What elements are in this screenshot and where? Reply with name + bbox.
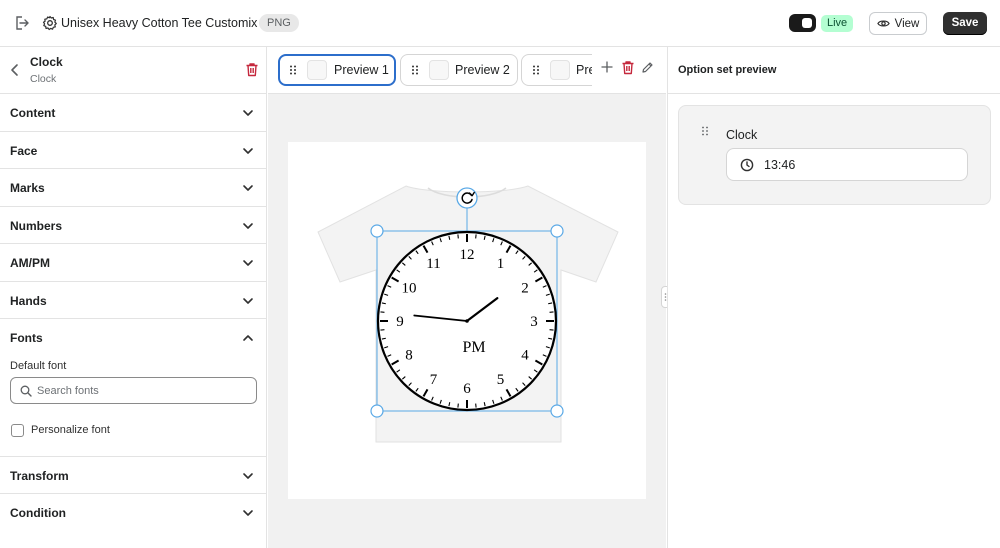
chevron-down-icon [243, 110, 253, 116]
view-button[interactable]: View [869, 12, 927, 35]
section-label: Marks [10, 181, 45, 195]
preview-tab-label: Preview 2 [455, 63, 510, 77]
font-search-field[interactable] [10, 376, 257, 404]
option-set-header: Option set preview [668, 47, 1000, 94]
section-label: Condition [10, 506, 66, 520]
clock-number: 5 [497, 372, 505, 388]
preview-tab-label: Preview 1 [334, 63, 389, 77]
clock-number: 10 [401, 281, 416, 297]
section-label: AM/PM [10, 256, 50, 270]
preview-tab-2[interactable]: Preview 2 [400, 54, 518, 86]
add-preview-icon[interactable] [601, 61, 613, 73]
fonts-section-body: Default font Personalize font [0, 357, 266, 457]
product-title: Unisex Heavy Cotton Tee Customix [61, 16, 258, 30]
option-label: Clock [726, 128, 758, 142]
clock-number: 2 [521, 281, 529, 297]
personalize-font-label[interactable]: Personalize font [31, 424, 110, 436]
save-button[interactable]: Save [943, 12, 987, 35]
back-icon[interactable] [8, 63, 22, 77]
section-label: Face [10, 143, 38, 158]
clock-number: 4 [521, 348, 529, 364]
section-label: Numbers [10, 218, 63, 233]
panel-header: Clock Clock [0, 47, 266, 94]
eye-icon [876, 20, 890, 27]
preview-tab-label: Preview 3 [576, 63, 592, 77]
preview-thumbnail [550, 60, 570, 80]
clock-center [465, 319, 469, 323]
personalize-font-checkbox[interactable] [11, 423, 24, 437]
ampm-label: PM [462, 339, 485, 356]
layer-subtitle: Clock [30, 73, 57, 85]
file-type-badge: PNG [259, 14, 299, 32]
section-numbers[interactable]: Numbers [0, 207, 266, 244]
chevron-down-icon [243, 297, 253, 304]
option-card: Clock 13:46 [678, 105, 991, 205]
section-face[interactable]: Face [0, 132, 266, 169]
section-fonts[interactable]: Fonts [0, 319, 266, 357]
exit-icon[interactable] [13, 14, 31, 32]
option-set-title: Option set preview [678, 64, 777, 76]
preview-area: Preview 1 Preview 2 Preview 3 [268, 47, 666, 548]
delete-layer-icon[interactable] [245, 62, 259, 77]
clock-number: 1 [497, 256, 505, 272]
default-font-label: Default font [10, 359, 67, 372]
preview-thumbnail [307, 60, 327, 80]
option-set-panel: Option set preview Clock 13:46 [667, 47, 1000, 548]
resize-handle-bottom-right[interactable] [550, 404, 564, 418]
chevron-down-icon [243, 472, 253, 479]
search-icon [20, 385, 32, 397]
settings-panel: Clock Clock Content Face Marks Numbers A… [0, 47, 267, 548]
preview-canvas: 12 1 2 3 4 5 6 7 8 9 10 11 PM [288, 142, 646, 499]
top-bar: Unisex Heavy Cotton Tee Customix PNG Liv… [0, 0, 1000, 47]
preview-tab-3[interactable]: Preview 3 [521, 54, 592, 86]
resize-handle-top-right[interactable] [550, 224, 564, 238]
clock-number: 8 [405, 348, 413, 364]
chevron-down-icon [243, 510, 253, 516]
rotate-handle[interactable] [456, 187, 478, 209]
resize-handle-top-left[interactable] [370, 224, 384, 238]
clock-icon [740, 158, 754, 172]
preview-tab-1[interactable]: Preview 1 [278, 54, 396, 86]
chevron-up-icon [243, 335, 253, 341]
clock-number: 3 [530, 314, 538, 330]
section-hands[interactable]: Hands [0, 282, 266, 319]
chevron-down-icon [243, 260, 253, 266]
drag-handle-icon[interactable] [411, 65, 419, 75]
section-label: Transform [10, 468, 69, 483]
clock-layer[interactable]: 12 12 3 45 6 7 8 9 10 11 PM [288, 142, 646, 499]
layer-title: Clock [30, 55, 63, 69]
chevron-down-icon [243, 147, 253, 154]
chevron-down-icon [243, 222, 253, 229]
delete-preview-icon[interactable] [621, 60, 635, 75]
section-content[interactable]: Content [0, 94, 266, 132]
section-marks[interactable]: Marks [0, 169, 266, 207]
live-toggle[interactable] [789, 14, 816, 32]
section-label: Fonts [10, 331, 43, 345]
clock-number: 7 [430, 372, 438, 388]
view-label: View [894, 17, 920, 30]
chevron-down-icon [243, 185, 253, 191]
drag-handle-icon[interactable] [289, 65, 297, 75]
section-ampm[interactable]: AM/PM [0, 244, 266, 282]
clock-number: 6 [463, 381, 471, 397]
section-condition[interactable]: Condition [0, 494, 266, 532]
clock-number: 9 [396, 314, 404, 330]
edit-preview-icon[interactable] [641, 61, 654, 74]
time-value: 13:46 [764, 158, 796, 172]
resize-handle-bottom-left[interactable] [370, 404, 384, 418]
live-badge: Live [821, 15, 854, 32]
drag-handle-icon[interactable] [532, 65, 540, 75]
preview-tabs-bar: Preview 1 Preview 2 Preview 3 [268, 47, 666, 94]
drag-handle-icon[interactable] [701, 126, 709, 136]
time-input[interactable]: 13:46 [726, 148, 968, 181]
section-label: Hands [10, 293, 47, 308]
section-transform[interactable]: Transform [0, 457, 266, 494]
clock-number: 11 [426, 256, 440, 272]
section-label: Content [10, 106, 56, 120]
clock-number: 12 [460, 247, 475, 263]
preview-thumbnail [429, 60, 449, 80]
font-search-input[interactable] [37, 381, 247, 400]
gear-icon [42, 15, 57, 31]
